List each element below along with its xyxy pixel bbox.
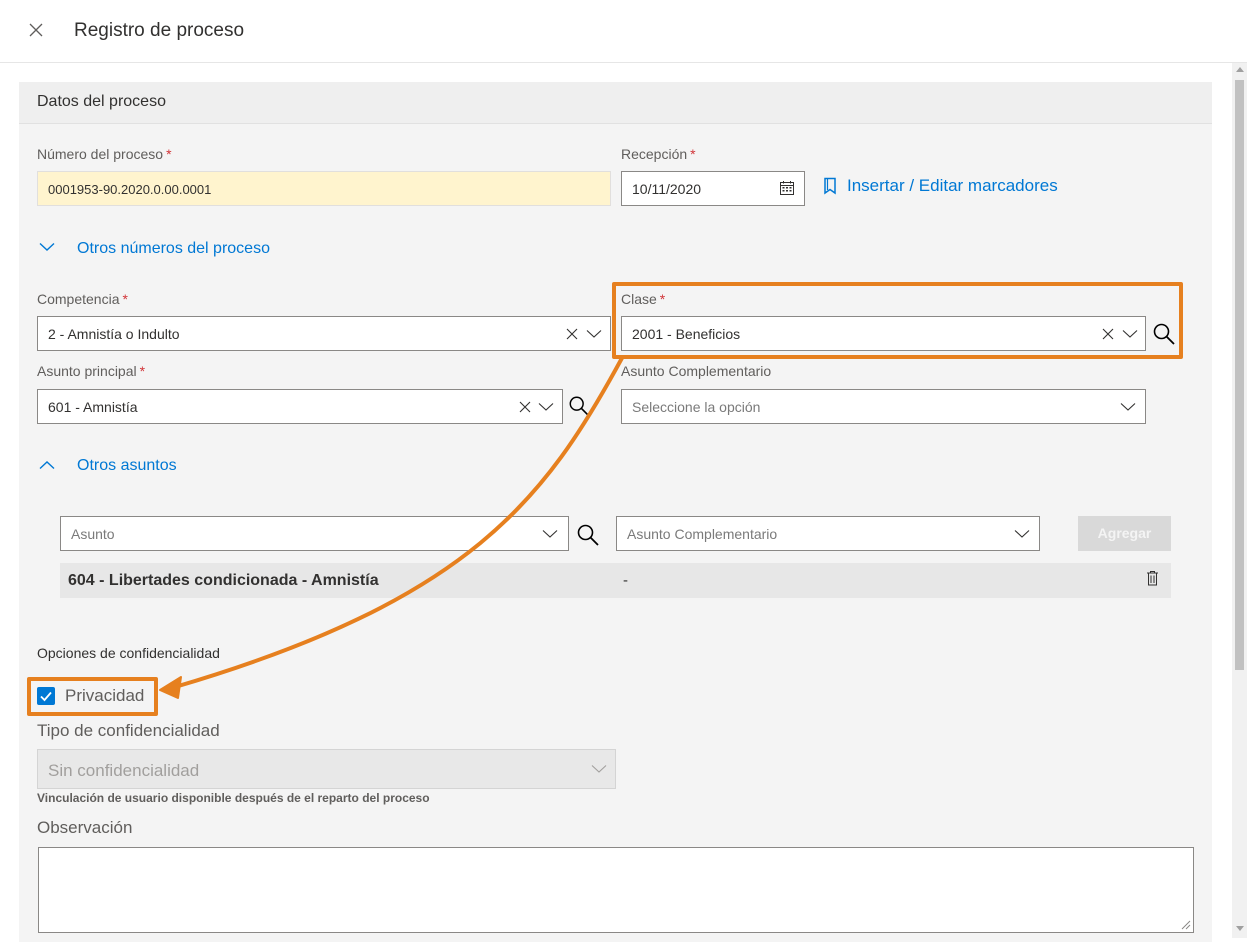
annotation-arrow xyxy=(159,357,624,699)
